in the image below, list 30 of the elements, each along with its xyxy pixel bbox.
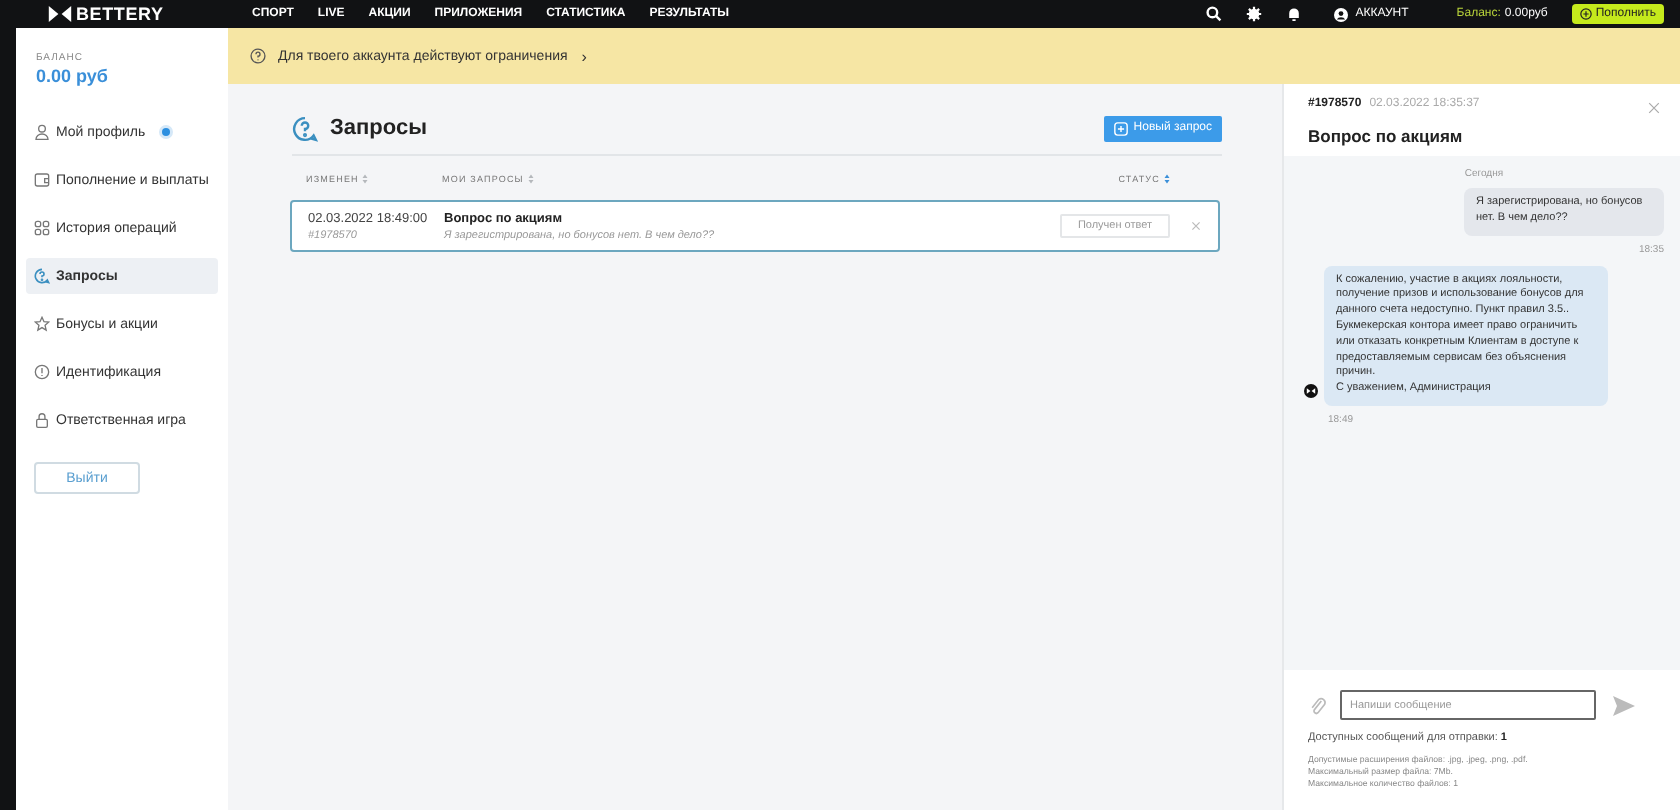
star-icon (34, 316, 50, 332)
question-bubble-icon (292, 115, 318, 141)
bell-icon[interactable] (1285, 6, 1302, 22)
send-icon[interactable] (1612, 693, 1636, 717)
settings-icon[interactable] (1245, 6, 1262, 22)
chevron-icon: › (581, 47, 587, 65)
logo-text: BETTERY (76, 4, 164, 24)
chat-title: Вопрос по акциям (1308, 126, 1465, 146)
sort-icon[interactable] (527, 173, 534, 183)
person-icon (34, 124, 50, 140)
search-icon[interactable] (1205, 6, 1222, 22)
bow-tie-icon (48, 6, 72, 22)
plus-icon (1579, 8, 1592, 20)
close-icon[interactable] (1648, 102, 1660, 114)
page-title: Запросы (330, 116, 427, 140)
paperclip-icon[interactable] (1308, 695, 1328, 715)
logo[interactable]: BETTERY (48, 4, 252, 24)
bow-tie-avatar-icon (1304, 383, 1318, 398)
sort-icon[interactable] (362, 173, 369, 183)
balance-amount: 0.00 руб (34, 66, 110, 86)
user-icon (1333, 7, 1348, 21)
question-icon (250, 48, 266, 64)
lock-icon (34, 412, 50, 428)
plus-icon (1113, 121, 1128, 135)
info-icon (34, 364, 50, 380)
question-bubble-icon (34, 268, 50, 284)
close-icon[interactable] (1190, 220, 1202, 232)
sort-icon[interactable] (1164, 173, 1170, 183)
wallet-icon (34, 172, 50, 188)
grid-icon (34, 220, 50, 236)
